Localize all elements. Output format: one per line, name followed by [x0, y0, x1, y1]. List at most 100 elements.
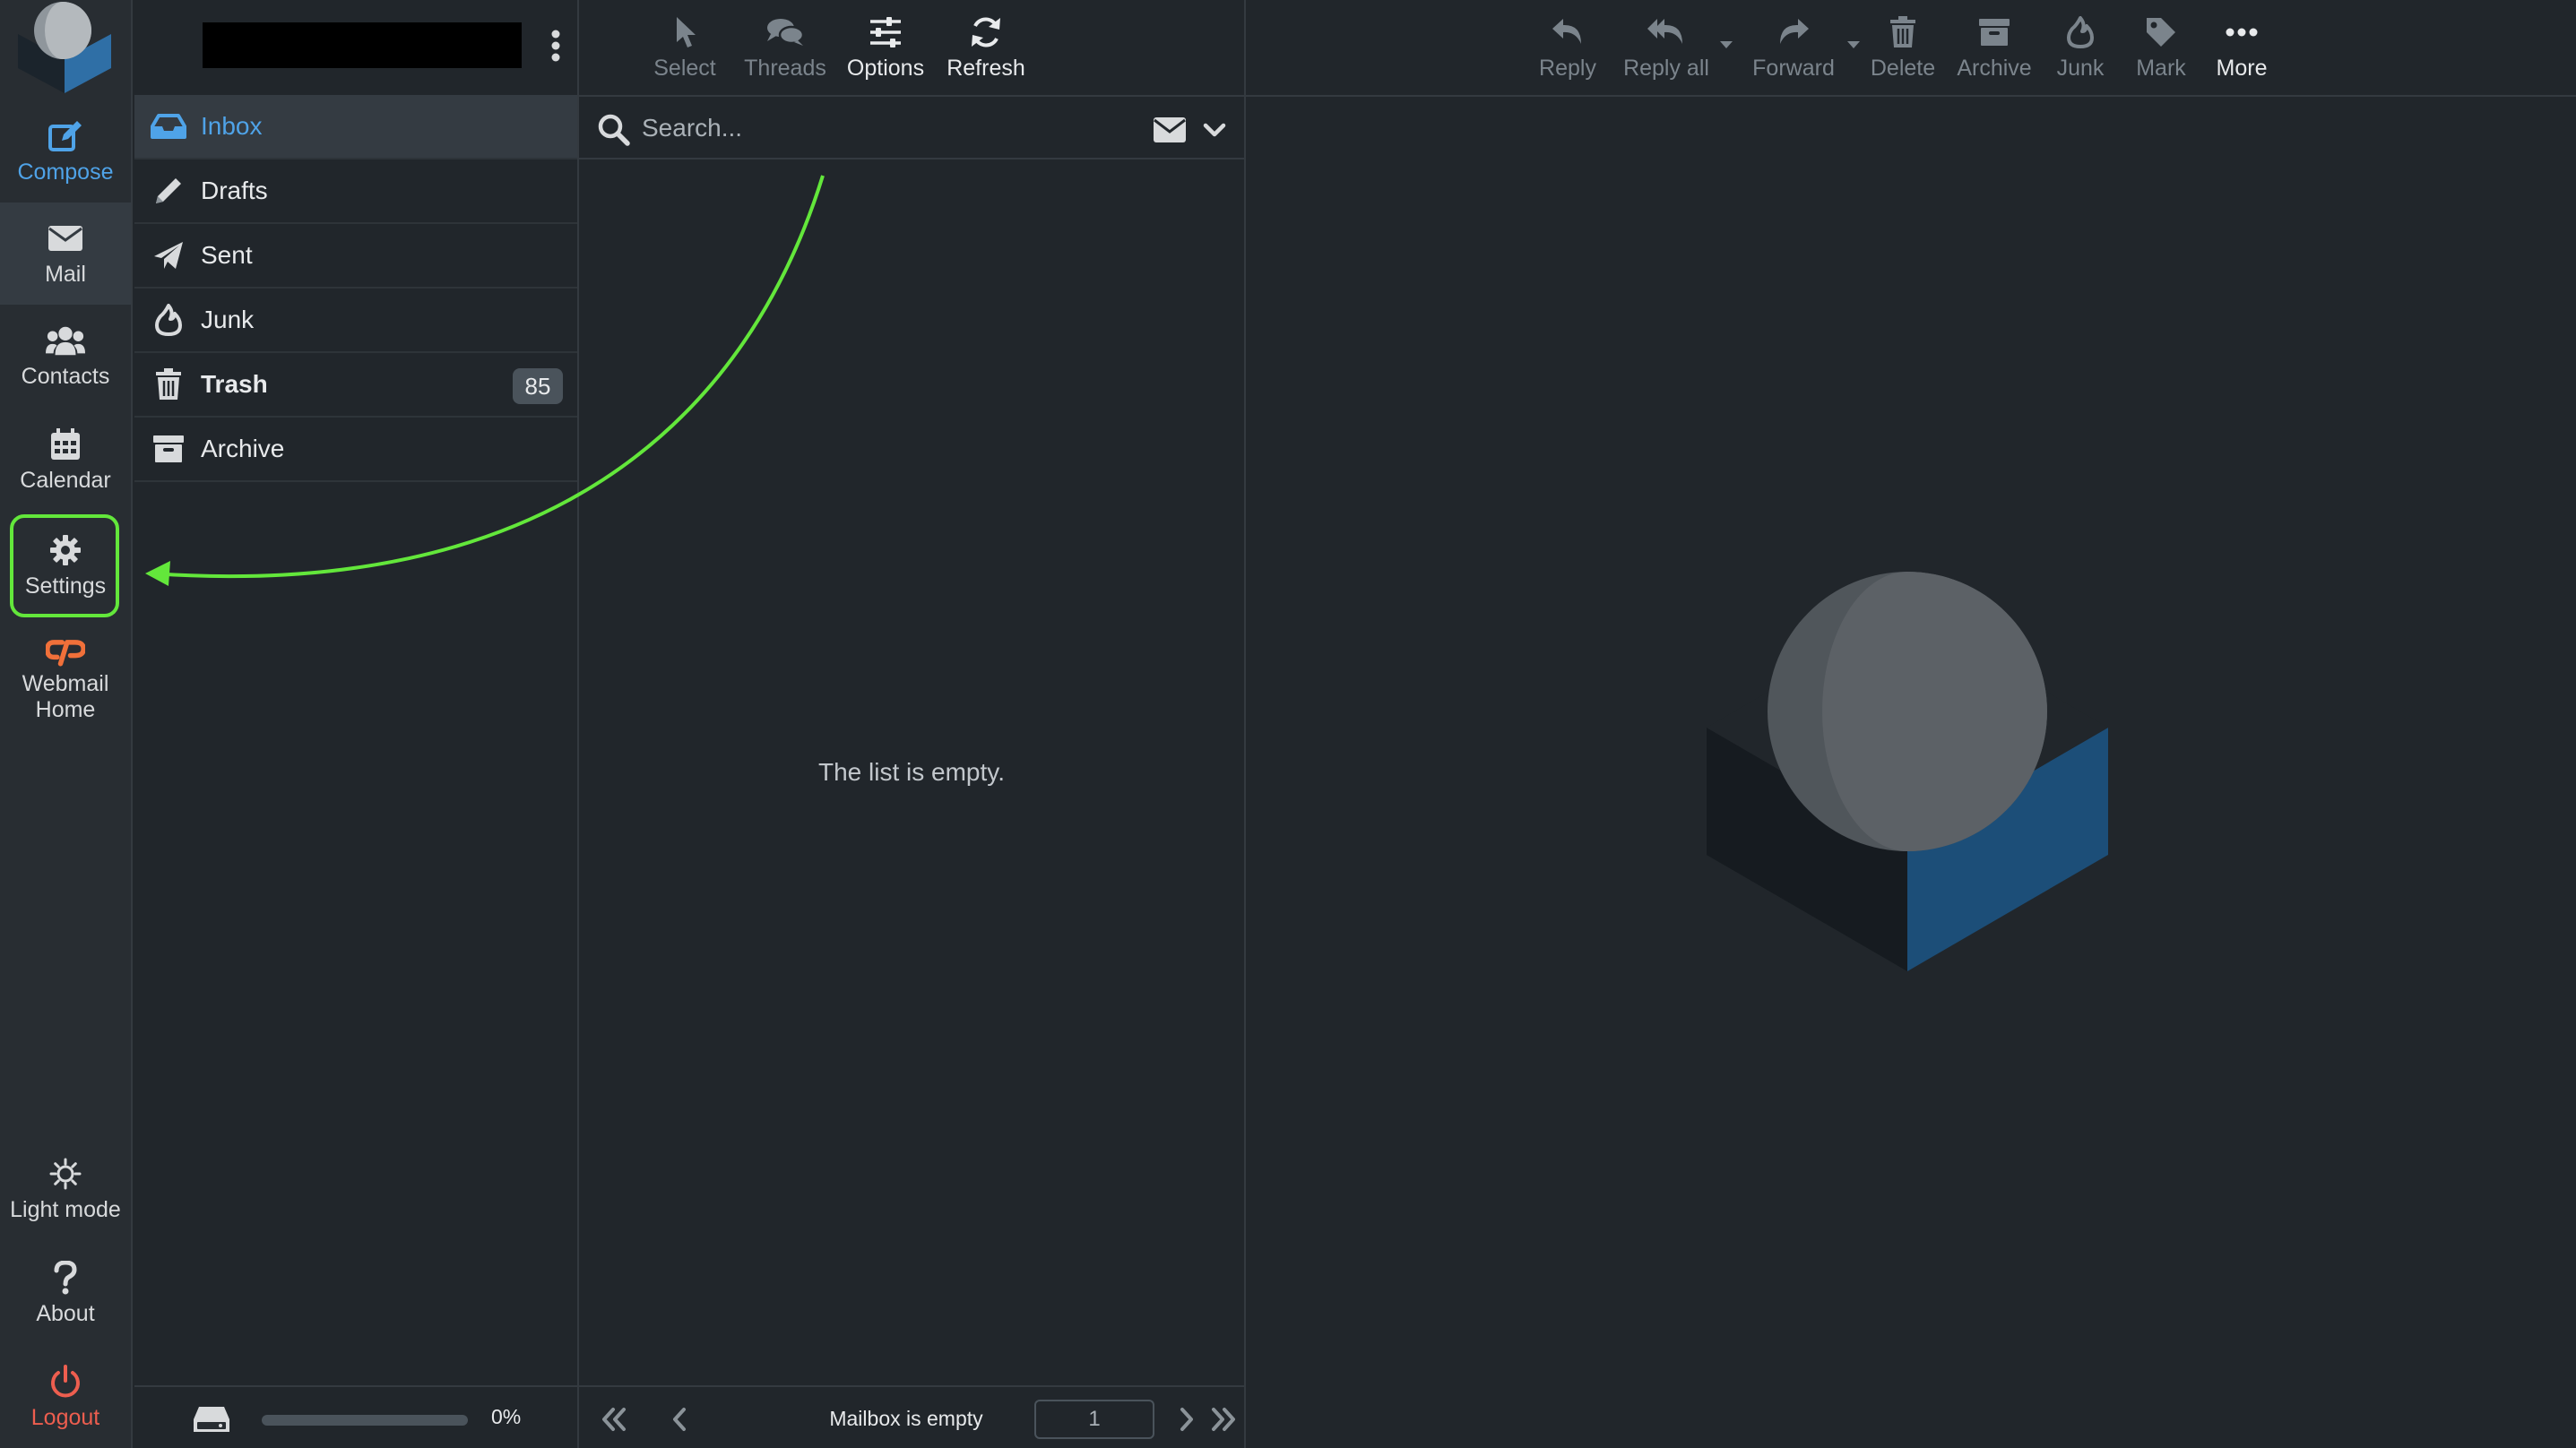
page-number-input[interactable] [1034, 1400, 1154, 1439]
folder-drafts[interactable]: Drafts [134, 159, 577, 224]
question-icon [46, 1260, 85, 1296]
light-mode-label: Light mode [10, 1196, 121, 1222]
reply-all-button[interactable]: Reply all [1612, 0, 1733, 95]
fire-icon [2061, 14, 2100, 50]
threads-button[interactable]: Threads [735, 0, 835, 95]
threads-label: Threads [744, 55, 826, 81]
contacts-button[interactable]: Contacts [0, 305, 131, 407]
quota-progress-bar [262, 1415, 468, 1426]
folder-inbox[interactable]: Inbox [134, 95, 577, 159]
folder-label: Trash [201, 370, 268, 398]
folder-list: Inbox Drafts Sent Junk Trash 85 Archive [134, 95, 577, 482]
fire-icon [151, 304, 186, 336]
first-page-button[interactable] [599, 1405, 629, 1434]
tag-icon [2141, 14, 2181, 50]
calendar-label: Calendar [20, 467, 111, 493]
junk-label: Junk [2056, 55, 2105, 81]
search-icon[interactable] [597, 113, 631, 147]
mark-label: Mark [2136, 55, 2186, 81]
compose-icon [46, 118, 85, 154]
about-button[interactable]: About [0, 1242, 131, 1344]
archive-icon [151, 433, 186, 465]
chevron-down-icon[interactable] [1203, 120, 1226, 140]
refresh-button[interactable]: Refresh [936, 0, 1036, 95]
ellipsis-icon [2222, 14, 2261, 50]
folder-trash[interactable]: Trash 85 [134, 353, 577, 418]
list-pager: Mailbox is empty [579, 1385, 1244, 1448]
options-button[interactable]: Options [835, 0, 936, 95]
folder-sent[interactable]: Sent [134, 224, 577, 289]
logout-button[interactable]: Logout [0, 1346, 131, 1448]
search-input[interactable] [642, 108, 1144, 149]
message-toolbar: Reply Reply all Forward Delete Archive J… [1523, 0, 2283, 95]
reply-button[interactable]: Reply [1523, 0, 1612, 95]
left-rail: Compose Mail Contacts Calendar Settings … [0, 0, 133, 1448]
sliders-icon [866, 14, 905, 50]
reply-all-label: Reply all [1623, 55, 1709, 81]
sun-icon [46, 1156, 85, 1192]
about-label: About [36, 1300, 95, 1326]
comments-icon [765, 14, 805, 50]
double-chevron-left-icon [602, 1408, 626, 1431]
archive-button[interactable]: Archive [1949, 0, 2039, 95]
reply-icon [1548, 14, 1587, 50]
account-name-redacted [203, 22, 522, 68]
more-label: More [2216, 55, 2268, 81]
message-list-pane: Select Threads Options Refresh Search...… [579, 0, 1246, 1448]
chevron-right-icon [1180, 1408, 1193, 1431]
junk-button[interactable]: Junk [2039, 0, 2122, 95]
hard-drive-icon [192, 1405, 231, 1434]
envelope-icon[interactable] [1153, 116, 1187, 143]
envelope-icon [46, 220, 85, 256]
compose-button[interactable]: Compose [0, 100, 131, 203]
paper-plane-icon [151, 239, 186, 272]
reply-label: Reply [1539, 55, 1596, 81]
mail-button[interactable]: Mail [0, 203, 131, 305]
trash-icon [151, 368, 186, 401]
compose-label: Compose [17, 159, 114, 185]
delete-label: Delete [1870, 55, 1936, 81]
folder-archive[interactable]: Archive [134, 418, 577, 482]
mailbox-status: Mailbox is empty [829, 1407, 983, 1430]
forward-icon [1774, 14, 1813, 50]
calendar-icon [46, 427, 85, 462]
logout-label: Logout [30, 1404, 100, 1430]
double-chevron-right-icon [1212, 1408, 1235, 1431]
mail-label: Mail [45, 261, 86, 287]
webmail-home-label: Webmail Home [22, 671, 109, 722]
next-page-button[interactable] [1171, 1405, 1201, 1434]
forward-label: Forward [1752, 55, 1835, 81]
cpanel-icon [46, 634, 85, 669]
folder-label: Drafts [201, 177, 268, 204]
archive-label: Archive [1957, 55, 2032, 81]
forward-button[interactable]: Forward [1731, 0, 1860, 95]
gear-icon [46, 532, 85, 568]
search-bar [579, 95, 1244, 159]
last-page-button[interactable] [1208, 1405, 1239, 1434]
archive-icon [1975, 14, 2014, 50]
roundcube-logo[interactable] [13, 0, 117, 93]
delete-button[interactable]: Delete [1856, 0, 1949, 95]
select-button[interactable]: Select [635, 0, 735, 95]
webmail-home-button[interactable]: Webmail Home [0, 620, 131, 737]
vertical-dots-icon [551, 30, 560, 62]
options-label: Options [846, 55, 925, 81]
mark-button[interactable]: Mark [2122, 0, 2200, 95]
light-mode-button[interactable]: Light mode [0, 1138, 131, 1240]
previous-page-button[interactable] [665, 1405, 696, 1434]
folder-label: Archive [201, 435, 285, 462]
folder-pane: Inbox Drafts Sent Junk Trash 85 Archive … [134, 0, 579, 1448]
more-button[interactable]: More [2200, 0, 2283, 95]
refresh-icon [966, 14, 1006, 50]
folder-options-button[interactable] [545, 27, 566, 65]
message-content-pane: Reply Reply all Forward Delete Archive J… [1246, 0, 2576, 1448]
settings-button[interactable]: Settings [0, 514, 131, 616]
quota-indicator: 0% [134, 1385, 577, 1448]
trash-icon [1883, 14, 1923, 50]
pencil-icon [151, 175, 186, 207]
folder-junk[interactable]: Junk [134, 289, 577, 353]
calendar-button[interactable]: Calendar [0, 409, 131, 511]
roundcube-watermark-logo [1707, 568, 2110, 971]
list-toolbar: Select Threads Options Refresh [635, 0, 1036, 95]
power-icon [46, 1364, 85, 1400]
